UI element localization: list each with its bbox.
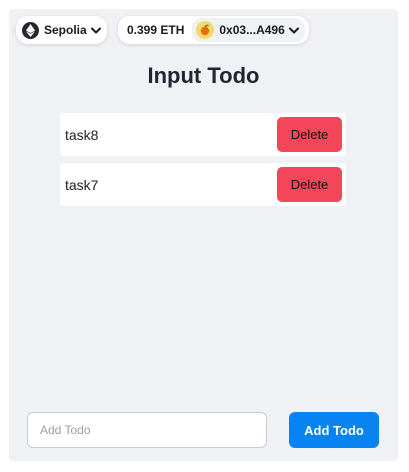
network-selector-button[interactable]: Sepolia — [16, 16, 107, 44]
delete-button[interactable]: Delete — [277, 167, 342, 202]
chevron-down-icon — [288, 27, 299, 34]
page-title: Input Todo — [147, 63, 260, 88]
add-todo-button[interactable]: Add Todo — [289, 412, 379, 448]
ethereum-icon — [22, 21, 39, 39]
add-todo-input[interactable] — [27, 412, 267, 448]
address-label: 0x03...A496 — [219, 23, 285, 37]
delete-button[interactable]: Delete — [277, 117, 342, 152]
address-chip[interactable]: 0x03...A496 — [192, 18, 305, 42]
chevron-down-icon — [90, 27, 101, 34]
fruit-avatar-icon — [196, 21, 215, 39]
app-panel: Sepolia 0.399 ETH 0x03...A496 Input Todo… — [9, 9, 398, 461]
todo-text: task7 — [65, 176, 99, 193]
todo-item: task8 Delete — [60, 113, 346, 156]
network-label: Sepolia — [44, 23, 87, 37]
todo-text: task8 — [65, 126, 99, 143]
todo-item: task7 Delete — [60, 163, 346, 206]
account-button[interactable]: 0.399 ETH 0x03...A496 — [118, 16, 309, 44]
balance-label: 0.399 ETH — [127, 23, 185, 37]
